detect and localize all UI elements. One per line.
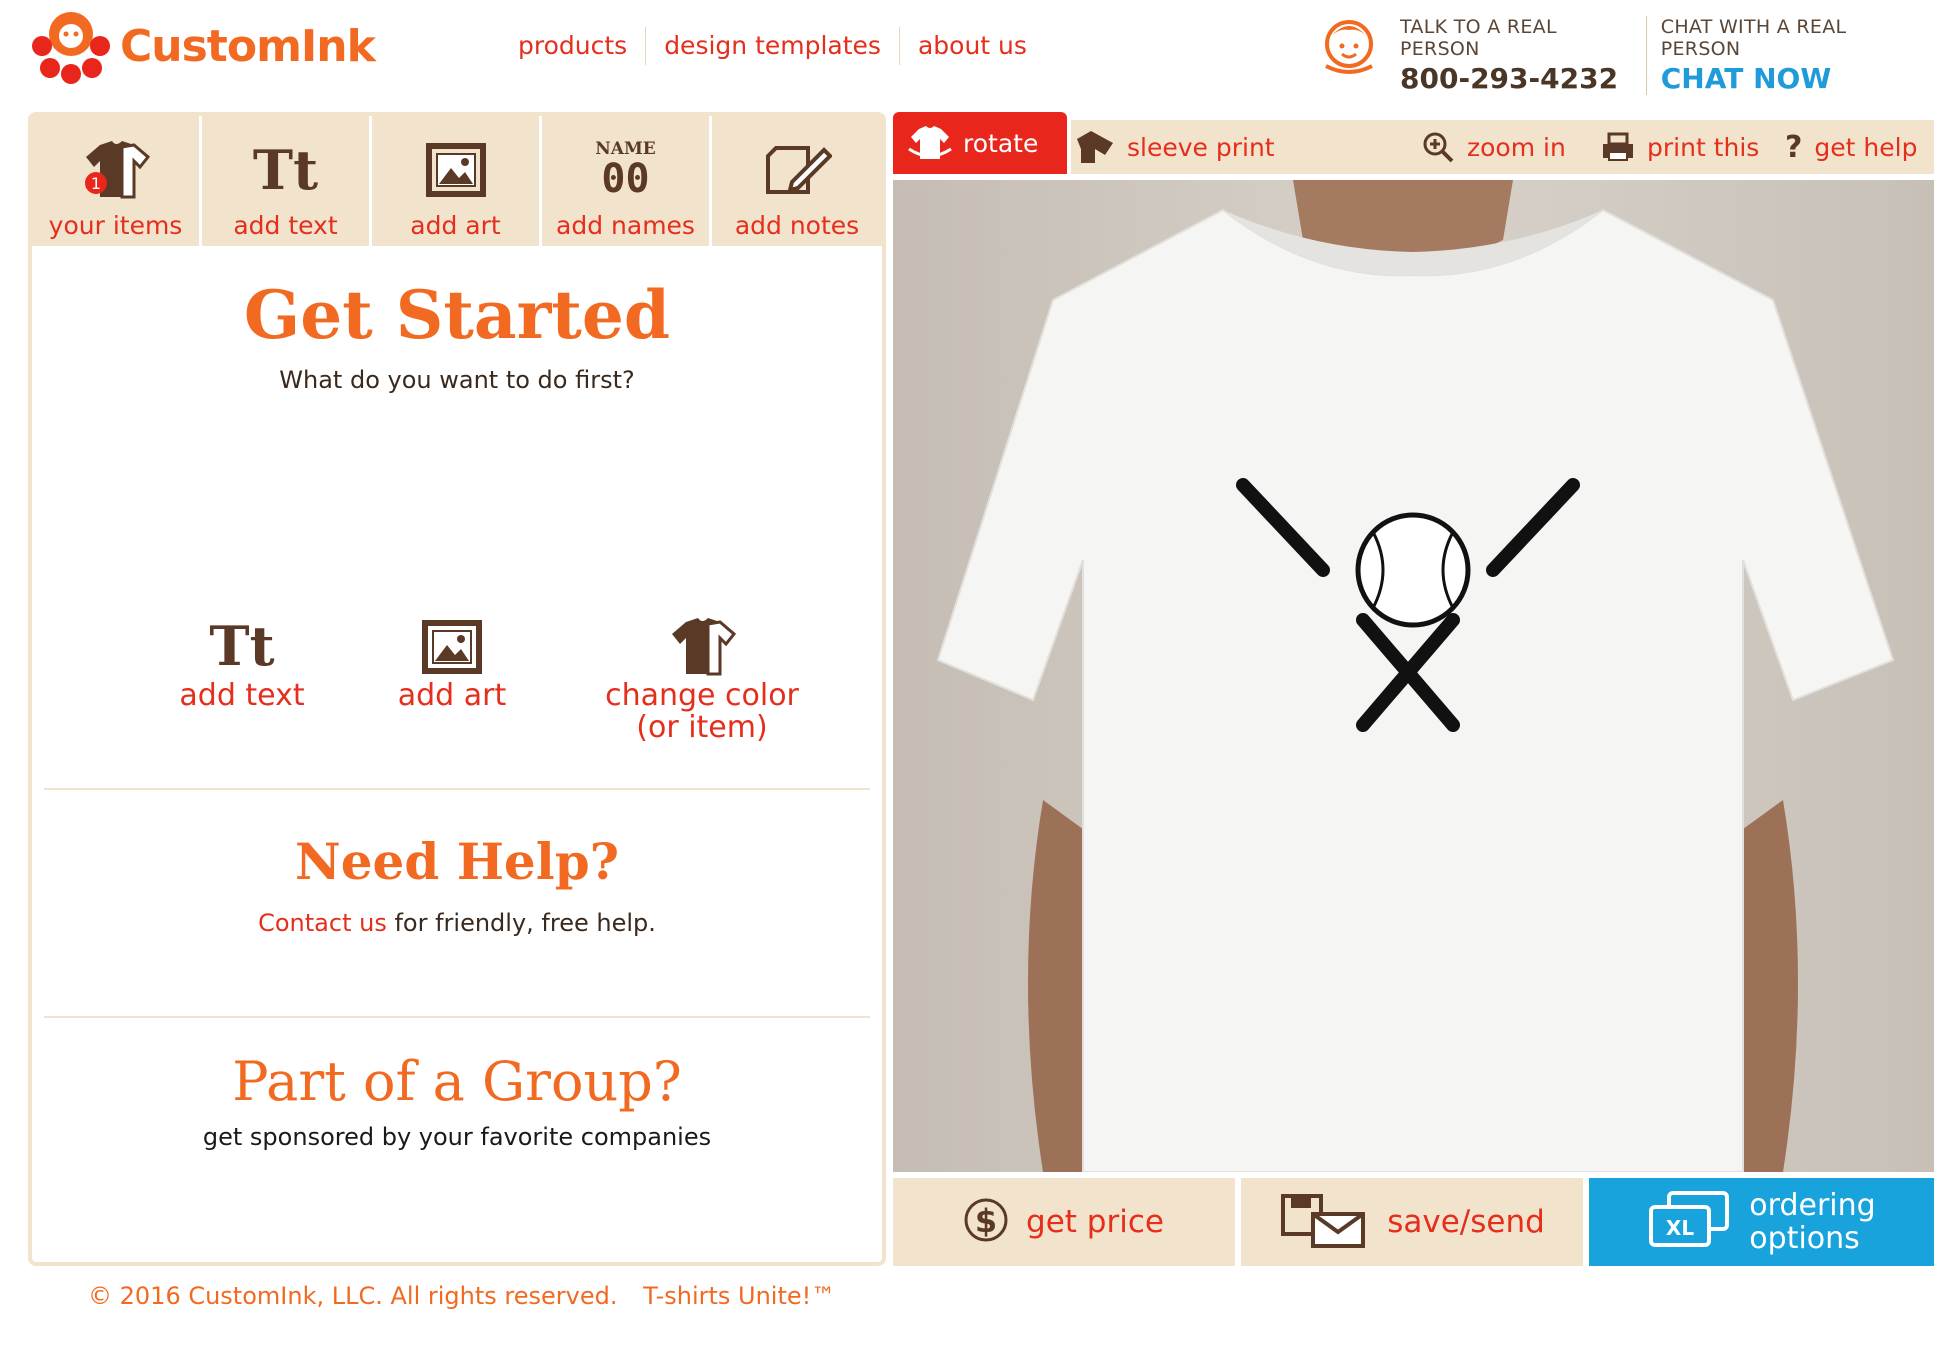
divider xyxy=(44,1016,870,1018)
size-cards-icon: XL xyxy=(1647,1189,1731,1255)
get-started-subtitle: What do you want to do first? xyxy=(279,366,635,394)
ordering-options-line2: options xyxy=(1749,1221,1860,1256)
help-text: for friendly, free help. xyxy=(394,909,656,937)
tool-add-art-label: add art xyxy=(410,211,501,240)
chat-label: CHAT WITH A REAL PERSON xyxy=(1660,16,1847,60)
top-nav: products design templates about us xyxy=(500,24,1045,68)
save-send-label: save/send xyxy=(1387,1204,1545,1240)
rotate-shirt-icon xyxy=(907,123,953,163)
choice-add-text-label: add text xyxy=(179,678,305,713)
need-help-title: Need Help? xyxy=(295,832,619,891)
sleeve-print-button[interactable]: sleeve print xyxy=(1073,120,1275,174)
dollar-icon: $ xyxy=(964,1190,1008,1254)
tool-add-text[interactable]: Tt add text xyxy=(202,116,372,246)
picture-frame-icon xyxy=(382,614,522,680)
phone-number[interactable]: 800-293-4232 xyxy=(1400,62,1632,95)
chat-block: CHAT WITH A REAL PERSON CHAT NOW xyxy=(1645,16,1934,95)
design-toolbar: 1 your items Tt add text add art NAME 00… xyxy=(32,116,882,246)
tshirt-icon xyxy=(572,614,832,680)
get-started-section: Get Started What do you want to do first… xyxy=(44,276,870,394)
phone-block: TALK TO A REAL PERSON 800-293-4232 xyxy=(1386,16,1646,95)
choice-add-art[interactable]: add art xyxy=(382,614,522,712)
choice-change-color[interactable]: change color (or item) xyxy=(572,614,832,744)
print-this-button[interactable]: print this xyxy=(1601,120,1759,174)
choice-add-art-label: add art xyxy=(397,678,507,713)
sleeve-icon xyxy=(1073,129,1115,165)
save-send-button[interactable]: save/send xyxy=(1241,1178,1583,1266)
viewer-toolbar: rotate sleeve print zoom in print this ?… xyxy=(893,112,1934,174)
copyright-text: © 2016 CustomInk, LLC. All rights reserv… xyxy=(88,1282,618,1310)
svg-text:$: $ xyxy=(975,1202,997,1240)
tshirt-preview-image xyxy=(893,180,1934,1172)
tool-add-art[interactable]: add art xyxy=(372,116,542,246)
contact-us-link[interactable]: Contact us xyxy=(258,909,387,937)
choice-change-color-label: change color xyxy=(605,678,799,713)
design-panel: 1 your items Tt add text add art NAME 00… xyxy=(28,112,886,1266)
save-envelope-icon xyxy=(1279,1190,1369,1254)
sleeve-print-label: sleeve print xyxy=(1127,132,1275,162)
viewer-options-bar: sleeve print zoom in print this ? get he… xyxy=(1071,120,1934,174)
site-header: CustomInk products design templates abou… xyxy=(0,0,1934,108)
ordering-options-button[interactable]: XL ordering options xyxy=(1589,1178,1934,1266)
talk-label: TALK TO A REAL PERSON xyxy=(1400,16,1557,60)
question-icon: ? xyxy=(1785,129,1803,165)
get-help-button[interactable]: ? get help xyxy=(1785,120,1917,174)
need-help-section: Need Help? Contact us for friendly, free… xyxy=(44,832,870,937)
product-preview[interactable] xyxy=(893,180,1934,1172)
choice-add-text[interactable]: Tt add text xyxy=(162,614,322,712)
pencil-note-icon xyxy=(762,137,832,203)
get-price-button[interactable]: $ get price xyxy=(893,1178,1235,1266)
tool-add-names-label: add names xyxy=(556,211,695,240)
tshirt-icon: 1 xyxy=(78,137,154,203)
tool-add-names[interactable]: NAME 00 add names xyxy=(542,116,712,246)
ordering-options-line1: ordering xyxy=(1749,1188,1876,1223)
print-this-label: print this xyxy=(1647,132,1760,162)
tool-your-items[interactable]: 1 your items xyxy=(32,116,202,246)
group-line: get sponsored by your favorite companies xyxy=(202,1123,712,1151)
customink-logo[interactable]: CustomInk xyxy=(28,6,388,86)
contact-area: TALK TO A REAL PERSON 800-293-4232 CHAT … xyxy=(1318,16,1934,95)
text-tt-icon: Tt xyxy=(209,614,275,678)
group-title: Part of a Group? xyxy=(232,1050,682,1113)
tool-add-notes[interactable]: add notes xyxy=(712,116,882,246)
rotate-label: rotate xyxy=(963,128,1039,158)
rotate-button[interactable]: rotate xyxy=(893,112,1067,174)
get-help-label: get help xyxy=(1814,132,1918,162)
text-tt-icon: Tt xyxy=(252,138,319,202)
printer-icon xyxy=(1601,132,1635,162)
zoom-in-button[interactable]: zoom in xyxy=(1421,120,1566,174)
name-number-icon: NAME 00 xyxy=(595,139,656,202)
brand-name: CustomInk xyxy=(120,20,376,72)
group-section: Part of a Group? get sponsored by your f… xyxy=(44,1050,870,1151)
tool-add-notes-label: add notes xyxy=(734,211,860,240)
get-started-title: Get Started xyxy=(243,276,671,354)
help-line: Contact us for friendly, free help. xyxy=(44,909,870,937)
zoom-in-icon xyxy=(1421,130,1455,164)
svg-text:XL: XL xyxy=(1666,1216,1694,1240)
nav-products[interactable]: products xyxy=(500,27,647,65)
get-price-label: get price xyxy=(1026,1204,1164,1240)
divider xyxy=(44,788,870,790)
chat-now-link[interactable]: CHAT NOW xyxy=(1661,62,1920,95)
site-footer: © 2016 CustomInk, LLC. All rights reserv… xyxy=(88,1282,853,1310)
choice-change-color-sub: (or item) xyxy=(636,710,768,745)
get-started-choices: Tt add text add art change color (or ite… xyxy=(32,496,890,744)
support-person-icon xyxy=(1318,16,1380,76)
zoom-in-label: zoom in xyxy=(1467,132,1566,162)
tool-your-items-label: your items xyxy=(48,211,183,240)
nav-about-us[interactable]: about us xyxy=(900,27,1045,65)
octopus-logo-icon xyxy=(28,6,114,86)
tool-add-text-label: add text xyxy=(233,211,338,240)
tagline-text: T-shirts Unite!™ xyxy=(643,1282,836,1310)
picture-frame-icon xyxy=(425,137,487,203)
nav-design-templates[interactable]: design templates xyxy=(646,27,900,65)
items-count-badge: 1 xyxy=(90,174,100,193)
